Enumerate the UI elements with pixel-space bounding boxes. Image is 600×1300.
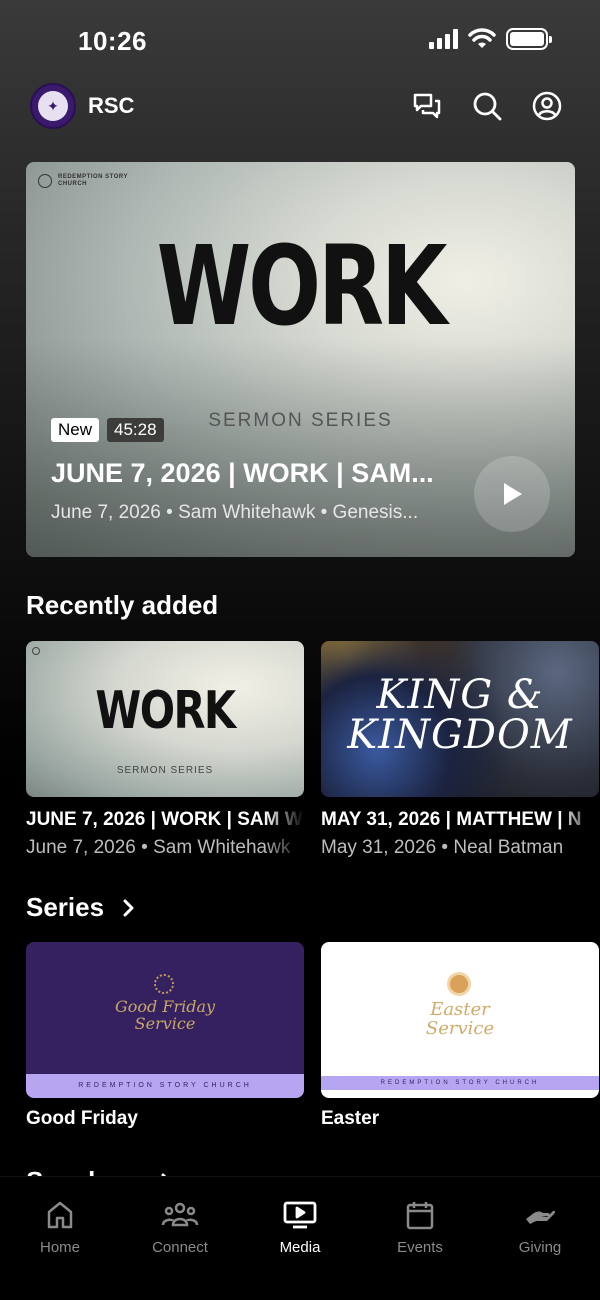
church-logo[interactable]: ✦ [30,83,76,129]
giving-icon [526,1210,556,1224]
thumbnail-title-line-1: KING & [376,672,544,718]
signal-icon [429,29,458,49]
thumbnail-title: Good Friday Service [26,998,304,1032]
duration-badge: 45:28 [107,418,164,442]
tab-label: Home [39,1239,80,1256]
thumbnail-title-line-2: Service [134,1014,196,1033]
series-rail: Good Friday Service REDEMPTION STORY CHU… [26,942,599,1130]
hero-brand-text: REDEMPTION STORY CHURCH [58,174,128,187]
tab-events[interactable]: Events [370,1197,470,1256]
hero-episode-meta: June 7, 2026 • Sam Whitehawk • Genesis..… [51,502,419,523]
media-card[interactable]: KING & KINGDOM MAY 31, 2026 | MATTHEW | … [321,641,599,859]
church-emblem-icon [32,647,40,655]
media-title: JUNE 7, 2026 | WORK | SAM W [26,809,304,831]
recently-added-heading: Recently added [26,590,218,621]
hero-artwork-title: WORK [156,222,448,350]
series-label: Good Friday [26,1108,138,1129]
profile-icon[interactable] [532,91,562,121]
hero-brand: REDEMPTION STORY CHURCH [38,174,148,188]
thumbnail-title: WORK [95,681,236,741]
people-icon [161,1202,199,1227]
status-time: 10:26 [78,26,147,56]
media-meta: May 31, 2026 • Neal Batman [321,837,599,859]
thumbnail-band: REDEMPTION STORY CHURCH [321,1076,599,1090]
search-icon[interactable] [472,91,502,121]
series-thumbnail: Good Friday Service REDEMPTION STORY CHU… [26,942,304,1098]
status-icons [429,28,552,50]
tab-label: Giving [518,1239,562,1256]
series-card[interactable]: Easter Service REDEMPTION STORY CHURCH E… [321,942,599,1130]
chevron-right-icon [123,899,134,916]
tab-label: Connect [152,1239,208,1256]
tab-label: Events [397,1239,443,1256]
thumbnail-band: REDEMPTION STORY CHURCH [26,1074,304,1098]
tab-giving[interactable]: Giving [490,1197,590,1256]
tab-media[interactable]: Media [250,1197,350,1256]
chat-icon[interactable] [412,91,442,121]
series-heading[interactable]: Series [26,892,136,923]
series-thumbnail: Easter Service REDEMPTION STORY CHURCH [321,942,599,1098]
play-button[interactable] [474,456,550,532]
hero-episode-title: JUNE 7, 2026 | WORK | SAM... [51,458,434,488]
thumbnail-subtitle: SERMON SERIES [116,765,214,776]
thumbnail-title-line-1: Good Friday [114,997,216,1016]
calendar-icon [406,1202,434,1230]
logo-emblem-icon: ✦ [38,91,68,121]
media-thumbnail: WORK SERMON SERIES [26,641,304,797]
thumbnail-title: Easter Service [321,1000,599,1038]
play-icon [504,483,522,505]
media-card[interactable]: WORK SERMON SERIES JUNE 7, 2026 | WORK |… [26,641,304,859]
featured-sermon-card[interactable]: REDEMPTION STORY CHURCH WORK SERMON SERI… [26,162,575,557]
thumbnail-title: KING & KINGDOM [321,675,599,755]
bottom-tab-bar: Home Connect Media Events Giving [0,1176,600,1300]
series-label: Easter [321,1108,380,1129]
app-header: ✦ RSC [30,82,562,130]
media-meta: June 7, 2026 • Sam Whitehawk [26,837,304,859]
media-title: MAY 31, 2026 | MATTHEW | N [321,809,599,831]
thumbnail-title-line-1: Easter [430,999,490,1020]
tab-connect[interactable]: Connect [130,1197,230,1256]
church-emblem-icon [38,174,52,188]
media-thumbnail: KING & KINGDOM [321,641,599,797]
thumbnail-title-line-2: KINGDOM [347,712,573,758]
status-bar: 10:26 [0,0,600,80]
recently-added-title: Recently added [26,590,219,620]
cross-emblem-icon [447,972,471,996]
new-badge: New [51,418,100,442]
media-icon [283,1201,317,1229]
series-title: Series [26,892,105,922]
home-icon [47,1201,73,1229]
battery-icon [506,28,552,50]
brand-name: RSC [88,93,135,118]
recently-added-rail: WORK SERMON SERIES JUNE 7, 2026 | WORK |… [26,641,599,859]
wifi-icon [468,28,496,48]
crown-of-thorns-icon [154,974,174,994]
series-card[interactable]: Good Friday Service REDEMPTION STORY CHU… [26,942,304,1130]
thumbnail-title-line-2: Service [425,1018,495,1039]
tab-label: Media [279,1239,321,1256]
tab-home[interactable]: Home [10,1197,110,1256]
